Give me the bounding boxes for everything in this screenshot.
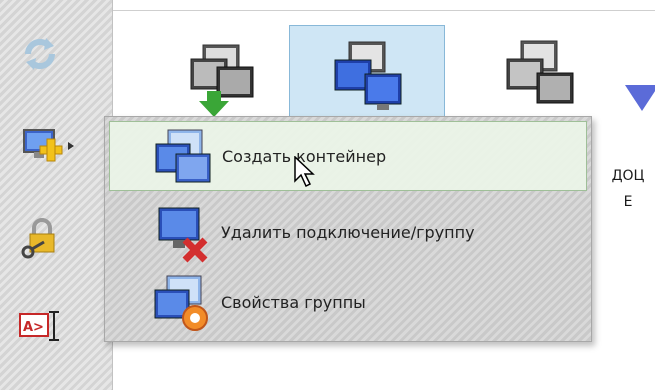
tile-computers-gray[interactable] [461, 25, 617, 129]
menu-item-label: Удалить подключение/группу [221, 222, 475, 242]
mouse-cursor-icon [294, 155, 316, 192]
tile-computers-group[interactable] [289, 25, 445, 129]
left-toolbar: A> [0, 0, 113, 390]
menu-item-delete-connection[interactable]: Удалить подключение/группу [109, 197, 587, 267]
lock-key-icon [18, 216, 62, 264]
group-properties-icon [149, 270, 213, 334]
computers-download-icon [181, 37, 261, 121]
computers-gray-icon [499, 37, 579, 121]
svg-text:A>: A> [23, 320, 44, 335]
description-line-1: ДОЦ [611, 168, 645, 184]
partial-blue-icon [621, 77, 655, 121]
add-computer-button[interactable] [12, 124, 82, 176]
menu-item-group-properties[interactable]: Свойства группы [109, 267, 587, 337]
refresh-icon [20, 34, 60, 78]
context-menu: Создать контейнер Удалить подключение/гр… [104, 116, 592, 342]
menu-item-create-container[interactable]: Создать контейнер [109, 121, 587, 191]
rename-icon: A> [18, 308, 62, 348]
refresh-button[interactable] [12, 30, 68, 82]
computers-group-icon [327, 38, 407, 122]
description-line-2: Е [623, 194, 633, 210]
add-computer-icon [20, 126, 74, 174]
lock-button[interactable] [12, 214, 68, 266]
delete-connection-icon [149, 200, 213, 264]
truncated-description: ДОЦ Е [598, 163, 655, 215]
create-container-icon [150, 124, 214, 188]
menu-item-label: Свойства группы [221, 292, 366, 312]
rename-button[interactable]: A> [12, 302, 68, 354]
tile-computers-download[interactable] [143, 25, 299, 129]
app-window: A> ДОЦ Е Создать контейнер Удалить подкл… [0, 0, 655, 390]
